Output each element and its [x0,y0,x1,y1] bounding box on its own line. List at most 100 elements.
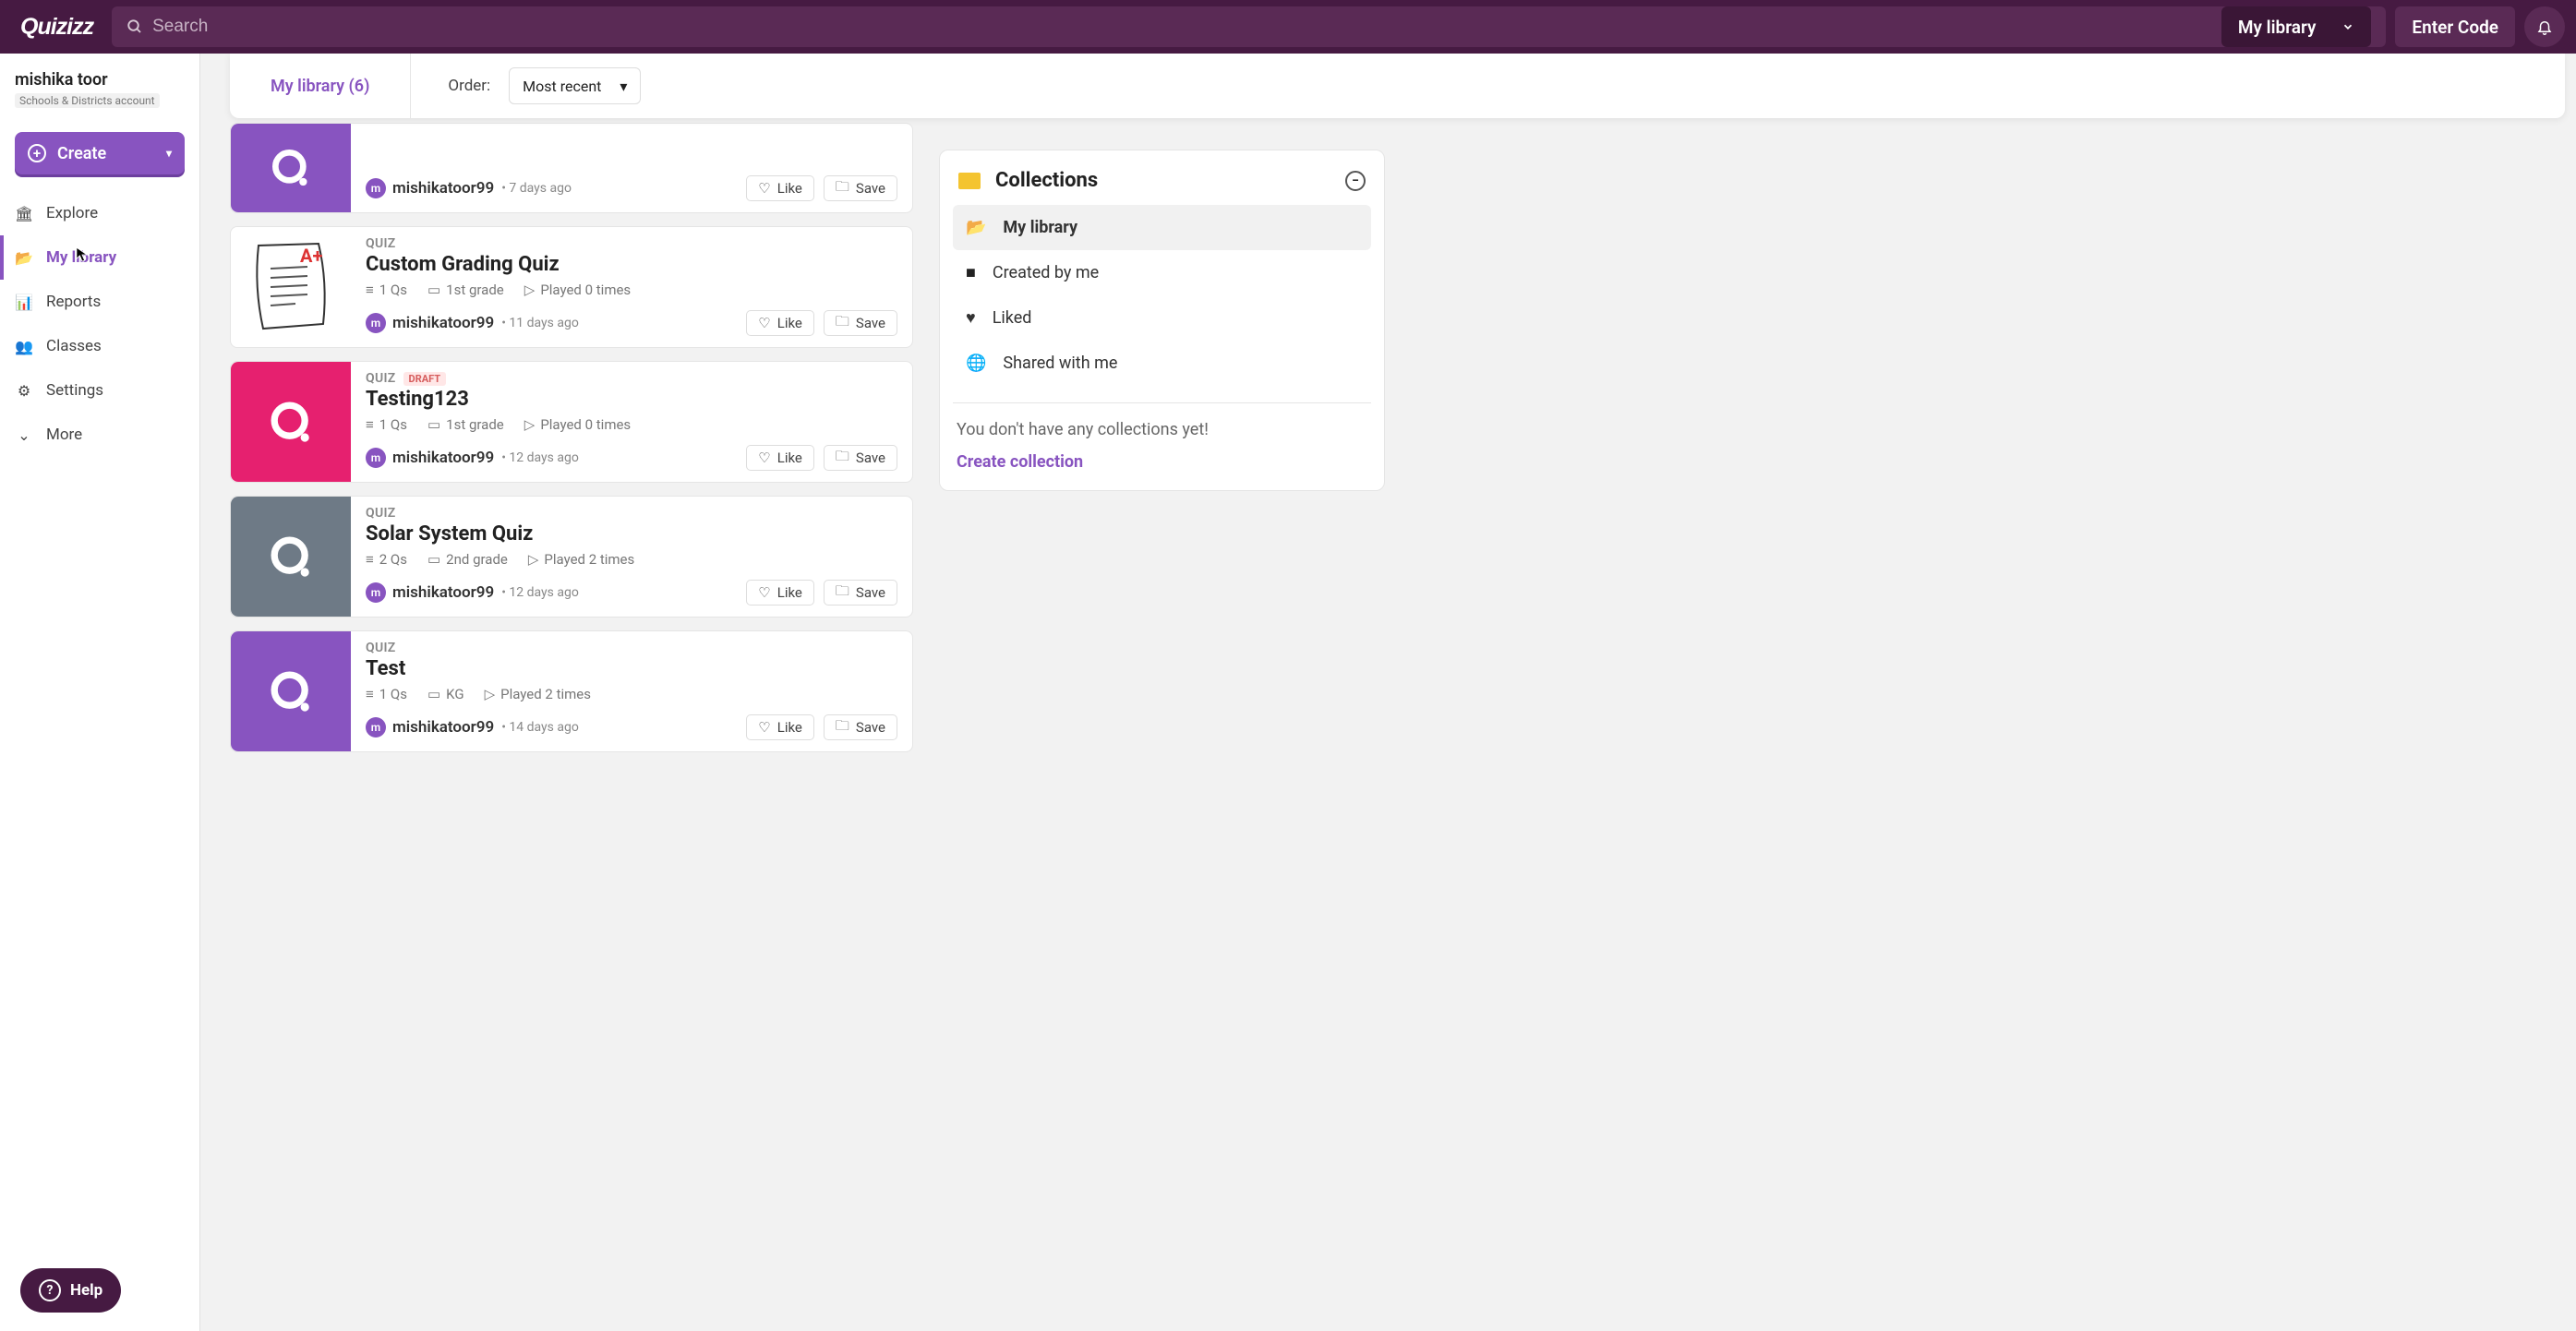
collection-item-label: My library [1003,218,1077,237]
quiz-card[interactable]: QUIZ Test ≡1 Qs ▭KG ▷Played 2 times m mi… [230,630,913,752]
quiz-thumbnail [231,362,351,482]
grade-level: ▭2nd grade [427,551,508,568]
sidebar-item-label: Explore [46,204,98,222]
timestamp: • 12 days ago [501,585,579,600]
library-selector[interactable]: My library [2221,6,2372,47]
collection-item-created-by-me[interactable]: ■ Created by me [953,250,1371,295]
folder-open-icon: 📂 [15,249,33,267]
author-name: mishikatoor99 [392,583,494,602]
item-type: QUIZ [366,236,396,251]
questions-count: ≡1 Qs [366,686,407,702]
folder-icon: 🗀 [836,312,849,335]
quiz-card[interactable]: m mishikatoor99 • 7 days ago ♡Like 🗀Save [230,123,913,213]
questions-count: ≡1 Qs [366,416,407,433]
quizizz-logo-icon [266,143,317,194]
save-button[interactable]: 🗀 Save [824,310,897,336]
play-count: ▷Played 0 times [524,282,631,298]
save-button[interactable]: 🗀Save [824,175,897,201]
like-label: Like [777,719,802,736]
author-name: mishikatoor99 [392,718,494,737]
like-label: Like [777,315,802,331]
like-button[interactable]: ♡ Like [746,445,814,471]
quiz-list: m mishikatoor99 • 7 days ago ♡Like 🗀Save… [230,123,913,752]
collection-item-liked[interactable]: ♥ Liked [953,295,1371,341]
like-button[interactable]: ♡ Like [746,310,814,336]
search-wrap[interactable]: My library [112,6,2386,47]
list-icon: ≡ [366,282,374,298]
quiz-card[interactable]: A+ QUIZ Custom Grading Quiz ≡1 Qs ▭1st g… [230,226,913,348]
list-icon: ≡ [366,416,374,433]
collection-item-my-library[interactable]: 📂 My library [953,205,1371,250]
save-label: Save [856,719,885,736]
save-button[interactable]: 🗀Save [824,714,897,740]
user-account-type: Schools & Districts account [15,93,160,108]
save-button[interactable]: 🗀Save [824,445,897,471]
order-wrap: Order: Most recent ▾ [411,67,641,104]
collection-item-shared[interactable]: 🌐 Shared with me [953,341,1371,386]
play-count: ▷Played 2 times [485,686,591,702]
save-label: Save [856,315,885,331]
chevron-down-icon: ⌄ [15,426,33,444]
sidebar-item-explore[interactable]: 🏛 Explore [0,191,199,235]
chevron-down-icon: ▾ [620,78,627,95]
sidebar-item-my-library[interactable]: 📂 My library [0,235,199,280]
book-icon: ▭ [427,551,440,568]
user-block: mishika toor Schools & Districts account [0,70,199,121]
sidebar-item-reports[interactable]: 📊 Reports [0,280,199,324]
like-button[interactable]: ♡Like [746,714,814,740]
create-button[interactable]: + Create ▾ [15,132,185,174]
logo: Quizizz [11,14,102,41]
help-button[interactable]: ? Help [20,1268,121,1313]
enter-code-label: Enter Code [2412,17,2498,38]
collections-title: Collections [995,169,1098,192]
quiz-thumbnail [231,497,351,617]
heart-icon: ♡ [758,450,770,466]
grade-level: ▭KG [427,686,464,702]
tab-my-library[interactable]: My library (6) [230,54,411,118]
sidebar-item-label: Settings [46,381,103,400]
timestamp: • 14 days ago [501,720,579,735]
collapse-button[interactable]: − [1345,171,1366,191]
like-button[interactable]: ♡Like [746,580,814,606]
grade-level: ▭1st grade [427,282,504,298]
sidebar: mishika toor Schools & Districts account… [0,54,200,1331]
book-icon: ▭ [427,686,440,702]
people-icon: 👥 [15,338,33,355]
save-button[interactable]: 🗀Save [824,580,897,606]
folder-open-icon: 📂 [966,218,986,237]
like-label: Like [777,584,802,601]
heart-icon: ♡ [758,315,770,331]
order-value: Most recent [523,78,601,95]
quiz-title: Testing123 [366,388,897,411]
separator [953,402,1371,403]
folder-icon: ■ [966,263,976,282]
quiz-title: Custom Grading Quiz [366,253,897,276]
order-label: Order: [448,77,490,95]
quiz-card[interactable]: QUIZ DRAFT Testing123 ≡1 Qs ▭1st grade ▷… [230,361,913,483]
timestamp: • 7 days ago [501,181,572,196]
heart-icon: ♥ [966,308,976,328]
main-content: My library (6) Order: Most recent ▾ m mi… [200,54,2576,1331]
sidebar-item-settings[interactable]: ⚙ Settings [0,368,199,413]
sidebar-item-more[interactable]: ⌄ More [0,413,199,457]
create-label: Create [57,144,106,163]
play-icon: ▷ [524,416,536,433]
grade-level: ▭1st grade [427,416,504,433]
quiz-card[interactable]: QUIZ Solar System Quiz ≡2 Qs ▭2nd grade … [230,496,913,618]
play-icon: ▷ [485,686,496,702]
item-type: QUIZ [366,641,396,655]
enter-code-button[interactable]: Enter Code [2395,6,2515,47]
create-collection-link[interactable]: Create collection [953,452,1371,472]
like-button[interactable]: ♡Like [746,175,814,201]
author-name: mishikatoor99 [392,449,494,467]
notifications-button[interactable] [2524,6,2565,47]
search-input[interactable] [152,17,2212,37]
order-select[interactable]: Most recent ▾ [509,67,641,104]
save-label: Save [856,180,885,197]
user-name: mishika toor [15,70,185,90]
like-label: Like [777,450,802,466]
list-icon: ≡ [366,551,374,568]
chevron-down-icon [2341,20,2354,33]
library-toolbar: My library (6) Order: Most recent ▾ [230,54,2565,118]
sidebar-item-classes[interactable]: 👥 Classes [0,324,199,368]
